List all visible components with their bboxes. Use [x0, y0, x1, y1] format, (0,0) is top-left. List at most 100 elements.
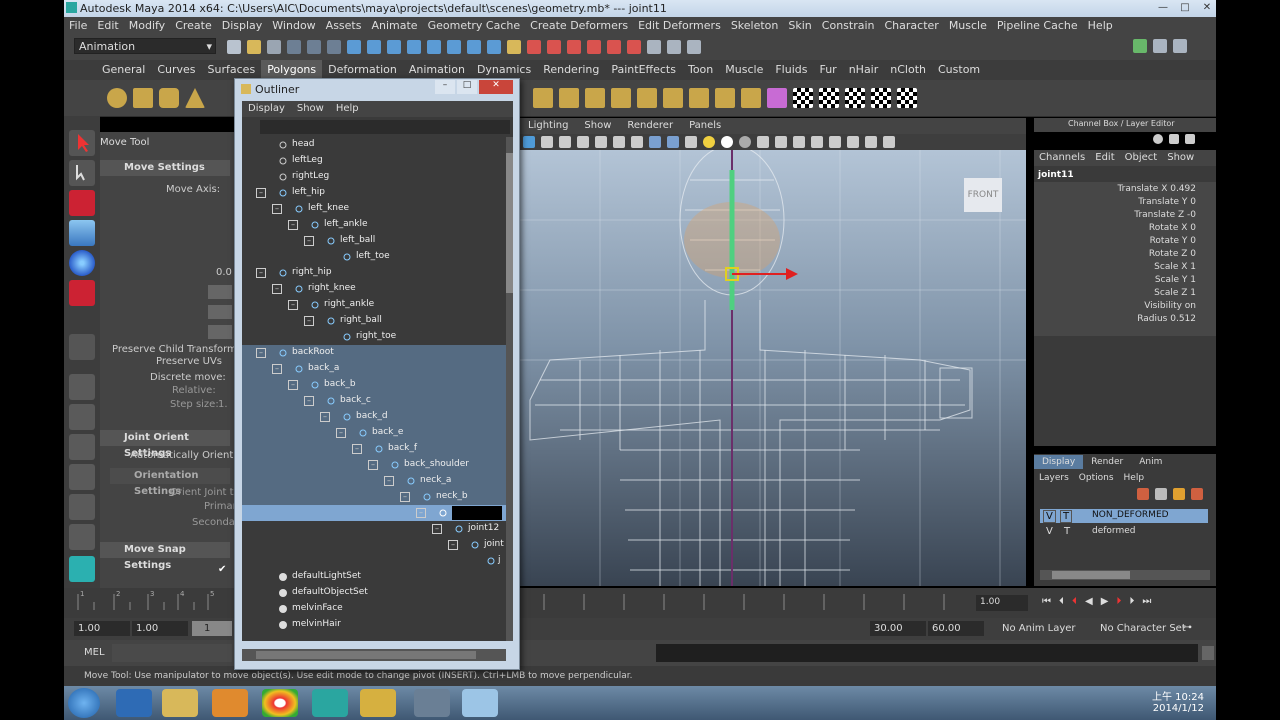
list-item[interactable]: rightLeg	[242, 169, 506, 185]
collapse-icon[interactable]: –	[320, 412, 330, 422]
list-item[interactable]: defaultLightSet	[242, 569, 506, 585]
collapse-icon[interactable]: –	[256, 188, 266, 198]
render-view-icon[interactable]	[647, 40, 661, 54]
shelf-tab-nhair[interactable]: nHair	[843, 60, 885, 80]
paint-select-tool-icon[interactable]	[69, 190, 95, 216]
list-item[interactable]: – neck_b	[242, 489, 506, 505]
list-item[interactable]: – right_hip	[242, 265, 506, 281]
list-item[interactable]: leftLeg	[242, 153, 506, 169]
joint-tool-icon[interactable]	[69, 334, 95, 360]
list-item[interactable]: – back_b	[242, 377, 506, 393]
isolate-icon[interactable]	[631, 136, 643, 148]
menu-help[interactable]: Help	[1083, 17, 1118, 34]
perspective-viewport[interactable]: FRONT	[520, 150, 1026, 586]
scale-x-attr[interactable]: Scale X 1	[1154, 262, 1196, 272]
object-menu[interactable]: Object	[1120, 150, 1163, 166]
outliner-menu-show[interactable]: Show	[291, 101, 330, 117]
select-object-icon[interactable]	[307, 40, 321, 54]
poly-cube-icon[interactable]	[133, 88, 153, 108]
menu-edit-deformers[interactable]: Edit Deformers	[633, 17, 726, 34]
layer-template-toggle[interactable]: T	[1064, 526, 1070, 537]
magnet-icon-6[interactable]	[627, 40, 641, 54]
list-item[interactable]: – left_ball	[242, 233, 506, 249]
layer-visibility-toggle[interactable]: V	[1043, 510, 1056, 523]
playback-end-field[interactable]: 30.00	[870, 621, 926, 636]
shaded-icon[interactable]	[559, 136, 571, 148]
go-to-end-icon[interactable]: ⏭	[1138, 596, 1155, 607]
layer-name[interactable]: NON_DEFORMED	[1092, 510, 1169, 520]
collapse-icon[interactable]: –	[384, 476, 394, 486]
sphere-shade-icon-2[interactable]	[739, 136, 751, 148]
collapse-icon[interactable]: –	[288, 220, 298, 230]
translate-y-attr[interactable]: Translate Y 0	[1138, 197, 1196, 207]
help-icon[interactable]	[1153, 134, 1163, 144]
minimize-icon[interactable]: —	[1152, 1, 1174, 15]
sphere-shade-icon[interactable]	[721, 136, 733, 148]
smooth-shade-icon[interactable]	[883, 136, 895, 148]
viewport-menu-show[interactable]: Show	[576, 118, 619, 134]
shelf-tab-dynamics[interactable]: Dynamics	[471, 60, 537, 80]
select-hierarchy-icon[interactable]	[287, 40, 301, 54]
bridge-icon[interactable]	[559, 88, 579, 108]
extrude-icon[interactable]	[533, 88, 553, 108]
animation-end-field[interactable]: 60.00	[928, 621, 984, 636]
new-empty-layer-icon[interactable]	[1191, 488, 1203, 500]
shelf-tab-toon[interactable]: Toon	[682, 60, 719, 80]
collapse-icon[interactable]: –	[256, 268, 266, 278]
new-layer-icon[interactable]	[1137, 488, 1149, 500]
wedge-icon[interactable]	[689, 88, 709, 108]
list-item[interactable]: left_toe	[242, 249, 506, 265]
layout-persp-graph-icon[interactable]	[69, 464, 95, 490]
select-by-joint-icon[interactable]	[347, 40, 361, 54]
explorer-icon[interactable]	[162, 689, 198, 717]
wireframe-icon[interactable]	[541, 136, 553, 148]
checker-icon[interactable]	[793, 88, 813, 108]
system-clock[interactable]: 上午 10:24 2014/1/12	[1130, 688, 1204, 714]
split-icon[interactable]	[611, 88, 631, 108]
magnet-icon-2[interactable]	[547, 40, 561, 54]
viewport-menu-lighting[interactable]: Lighting	[520, 118, 576, 134]
translate-x-attr[interactable]: Translate X 0.492	[1117, 184, 1196, 194]
menu-modify[interactable]: Modify	[124, 17, 170, 34]
go-to-start-icon[interactable]: ⏮	[1038, 596, 1055, 607]
checker-icon-5[interactable]	[897, 88, 917, 108]
layers-menu[interactable]: Layers	[1034, 473, 1074, 483]
menu-geometry-cache[interactable]: Geometry Cache	[423, 17, 526, 34]
menu-pipeline-cache[interactable]: Pipeline Cache	[992, 17, 1083, 34]
menu-skeleton[interactable]: Skeleton	[726, 17, 784, 34]
list-item[interactable]: – back_f	[242, 441, 506, 457]
shelf-tab-curves[interactable]: Curves	[151, 60, 201, 80]
translate-z-attr[interactable]: Translate Z -0	[1134, 210, 1196, 220]
step-forward-key-icon[interactable]: ⏵	[1112, 596, 1125, 607]
bookmark-icon[interactable]	[775, 136, 787, 148]
list-item[interactable]: – right_ball	[242, 313, 506, 329]
channels-menu[interactable]: Channels	[1034, 150, 1090, 166]
shelf-tab-fluids[interactable]: Fluids	[769, 60, 813, 80]
app-taskbar-icon-2[interactable]	[414, 689, 450, 717]
sculpt-icon[interactable]	[767, 88, 787, 108]
list-item[interactable]: – joint	[242, 537, 506, 553]
close-icon[interactable]: ✕	[1196, 1, 1218, 15]
ie-icon[interactable]	[116, 689, 152, 717]
options-menu[interactable]: Options	[1074, 473, 1119, 483]
list-item-selected[interactable]: –	[242, 505, 506, 521]
scale-tool-icon[interactable]	[69, 280, 95, 306]
viewport-scene[interactable]	[520, 150, 1026, 586]
snap-curve-icon[interactable]	[387, 40, 401, 54]
list-item[interactable]: – joint12	[242, 521, 506, 537]
save-scene-icon[interactable]	[267, 40, 281, 54]
menu-create[interactable]: Create	[170, 17, 217, 34]
collapse-icon[interactable]: –	[400, 492, 410, 502]
custom-layout-icon[interactable]	[69, 556, 95, 582]
menu-constrain[interactable]: Constrain	[817, 17, 880, 34]
attribute-editor-toggle-icon[interactable]	[1133, 39, 1147, 53]
film-gate-icon[interactable]	[811, 136, 823, 148]
shelf-tab-deformation[interactable]: Deformation	[322, 60, 403, 80]
start-button-icon[interactable]	[68, 688, 100, 718]
layer-row[interactable]: V T deformed	[1040, 525, 1208, 539]
layout-persp-outliner-icon[interactable]	[69, 494, 95, 520]
layout-icon[interactable]	[1185, 134, 1195, 144]
render-icon[interactable]	[447, 40, 461, 54]
lights-icon[interactable]	[595, 136, 607, 148]
layer-name[interactable]: deformed	[1092, 526, 1135, 536]
